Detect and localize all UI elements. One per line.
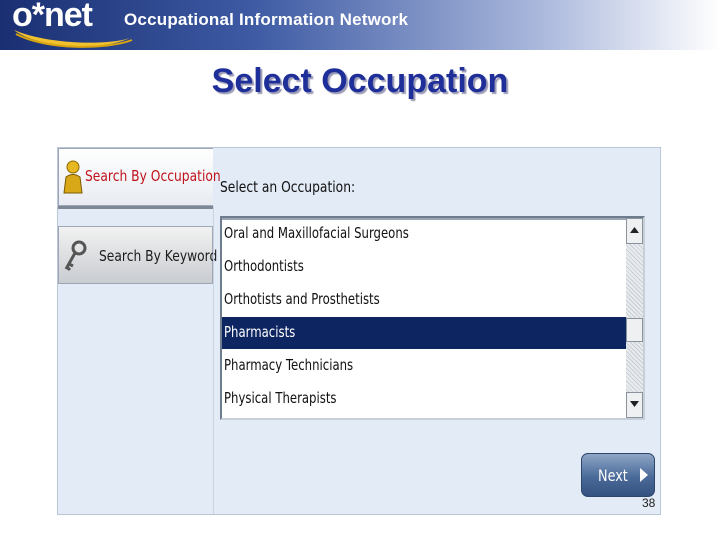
page-title: Select Occupation xyxy=(211,62,509,100)
tab-label-occupation: Search By Occupation xyxy=(85,167,221,185)
header-banner: o*net Occupational Information Network xyxy=(0,0,720,50)
next-button-label: Next xyxy=(598,466,628,485)
list-item-label: Orthodontists xyxy=(224,257,304,275)
onet-logo: o*net xyxy=(6,0,133,50)
arrow-down-icon xyxy=(630,401,639,407)
logo-text: o*net xyxy=(12,0,93,34)
key-icon xyxy=(64,240,87,272)
tab-search-by-keyword[interactable]: Search By Keyword xyxy=(58,226,217,284)
banner-title: Occupational Information Network xyxy=(124,10,409,29)
list-item[interactable]: Orthotists and Prosthetists xyxy=(222,284,628,316)
tab-label-keyword: Search By Keyword xyxy=(99,247,218,265)
person-icon xyxy=(63,160,83,194)
page-number: 38 xyxy=(642,496,656,510)
list-item[interactable]: Pharmacy Technicians xyxy=(222,350,628,382)
panel-divider xyxy=(213,206,214,514)
list-item-label: Orthotists and Prosthetists xyxy=(224,290,380,308)
listbox-scrollbar[interactable] xyxy=(626,218,643,418)
occupation-search-panel: Search By Occupation Search By Keyword S… xyxy=(57,147,661,515)
list-item-label: Physical Therapists xyxy=(224,389,337,407)
list-item-label: Pharmacists xyxy=(224,323,296,341)
list-item[interactable]: Orthodontists xyxy=(222,251,628,283)
scroll-down-button[interactable] xyxy=(626,392,643,418)
tab-divider xyxy=(58,206,214,209)
list-item[interactable]: Pharmacists xyxy=(222,317,628,349)
arrow-up-icon xyxy=(630,227,639,233)
list-item[interactable]: Physical Therapists xyxy=(222,383,628,415)
list-item[interactable]: Oral and Maxillofacial Surgeons xyxy=(222,218,628,250)
occupation-listbox[interactable]: Oral and Maxillofacial Surgeons Orthodont… xyxy=(220,216,645,420)
chevron-right-icon xyxy=(640,468,648,482)
select-occupation-label: Select an Occupation: xyxy=(220,178,356,196)
tab-search-by-occupation[interactable]: Search By Occupation xyxy=(58,148,221,206)
occupation-list: Oral and Maxillofacial Surgeons Orthodont… xyxy=(222,218,628,418)
scroll-up-button[interactable] xyxy=(626,218,643,244)
list-item-label: Oral and Maxillofacial Surgeons xyxy=(224,224,409,242)
scroll-thumb[interactable] xyxy=(626,318,643,342)
next-button[interactable]: Next xyxy=(581,453,655,497)
list-item-label: Pharmacy Technicians xyxy=(224,356,354,374)
